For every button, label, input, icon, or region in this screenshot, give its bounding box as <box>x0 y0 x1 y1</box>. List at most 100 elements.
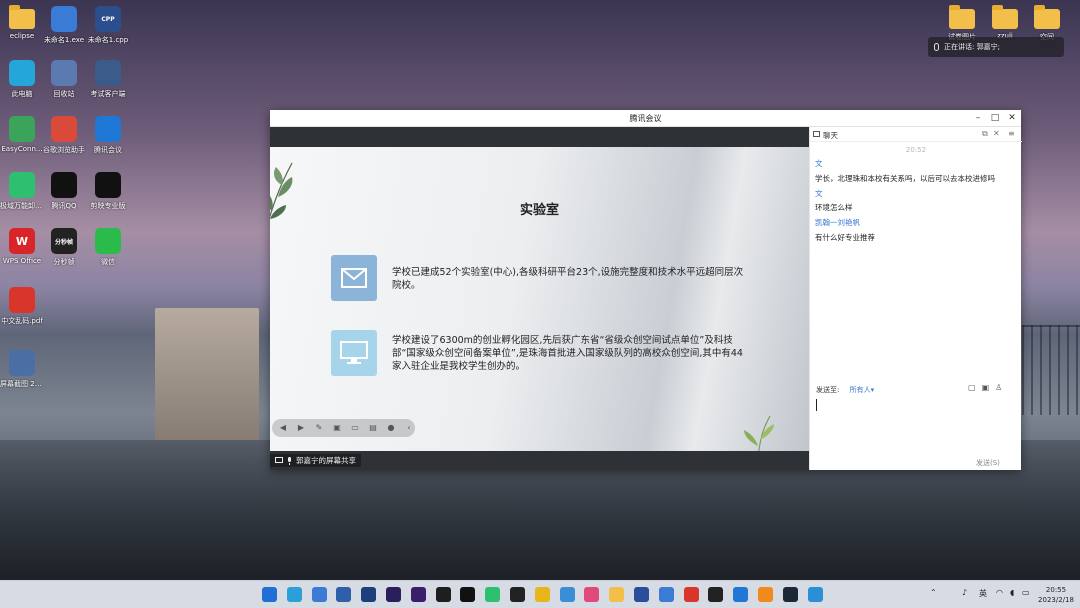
taskbar-clock[interactable]: 20:55 2023/2/18 <box>1036 585 1076 605</box>
send-to-label: 发送至: <box>816 386 840 394</box>
speaking-text: 正在讲话: 郭嘉宁; <box>944 43 1000 51</box>
taskbar-teams-icon[interactable] <box>336 587 352 602</box>
chat-header: 聊天 ⧉ ✕ ≡ <box>810 127 1022 142</box>
subtitle-icon[interactable]: ▤ <box>367 422 379 434</box>
taskbar-mail-icon[interactable] <box>311 587 327 602</box>
window-title: 腾讯会议 <box>629 114 662 123</box>
desktop-icon[interactable]: 分秒帧 分秒帧 <box>42 228 86 267</box>
tray-mic-icon[interactable]: ♪ <box>962 588 967 597</box>
folder-icon <box>992 5 1018 29</box>
desktop-icon[interactable]: 此电脑 <box>0 60 44 99</box>
desktop-icon[interactable]: W WPS Office <box>0 228 44 265</box>
folder-icon <box>1034 5 1060 29</box>
desktop-icon[interactable]: 未命名1.exe <box>42 6 86 45</box>
desktop-icon[interactable]: zzuli <box>983 5 1027 40</box>
wallpaper-railing <box>1022 325 1080 415</box>
desktop-icon[interactable]: 回收站 <box>42 60 86 99</box>
desktop-icon[interactable]: 屏幕截图 2023-02-1... <box>0 350 44 389</box>
taskbar-steam-icon[interactable] <box>782 587 798 602</box>
member-icon[interactable]: ♙ <box>995 383 1008 392</box>
clock-time: 20:55 <box>1045 586 1067 594</box>
share-status-bar: 郭嘉宁的屏幕共享 <box>270 451 809 470</box>
taskbar-meeting-icon[interactable] <box>733 587 749 602</box>
taskbar-pinwheel-icon[interactable] <box>559 587 575 602</box>
chat-sender: 文 <box>815 189 823 198</box>
camera-icon[interactable]: ▭ <box>349 422 361 434</box>
leaf-decoration-icon <box>270 162 293 219</box>
chat-input[interactable] <box>814 397 1018 453</box>
taskbar-photos-icon[interactable] <box>584 587 600 602</box>
desktop-icon[interactable]: 微信 <box>86 228 130 267</box>
taskbar-netease-icon[interactable] <box>683 587 699 602</box>
pen-icon[interactable]: ✎ <box>313 422 325 434</box>
desktop-icon[interactable]: 剪映专业版 <box>86 172 130 211</box>
popout-icon[interactable]: ⧉ <box>982 129 988 139</box>
send-button[interactable]: 发送(S) <box>976 458 1000 468</box>
taskbar-qq-browser-icon[interactable] <box>510 587 525 602</box>
title-bar[interactable]: 腾讯会议 – □ ✕ <box>270 110 1021 127</box>
collapse-icon[interactable]: ‹ <box>403 422 415 434</box>
slide-point-incubator: 学校建设了6300m的创业孵化园区,先后获广东省“省级众创空间试点单位”及科技部… <box>392 335 743 372</box>
desktop-icon[interactable]: 中文乱码.pdf <box>0 287 44 326</box>
clock-date: 2023/2/18 <box>1038 596 1074 604</box>
desktop-icon-label: 谷歌浏览助手 <box>43 146 85 154</box>
pc-icon <box>9 60 35 86</box>
chat-bubble-icon <box>813 131 820 137</box>
app-icon <box>95 228 121 254</box>
ime-indicator[interactable]: 英 <box>979 588 987 599</box>
desktop-icon[interactable]: CPP 未命名1.cpp <box>86 6 130 45</box>
folder-icon <box>949 5 975 29</box>
app-icon <box>95 60 121 86</box>
taskbar-premiere-icon[interactable] <box>410 587 426 602</box>
taskbar-network-icon[interactable] <box>807 587 823 602</box>
desktop-icon[interactable]: eclipse <box>0 5 44 40</box>
taskbar-wechat-dev-icon[interactable] <box>534 587 550 602</box>
chat-message: 有什么好专业推荐 <box>815 233 875 242</box>
app-icon: W <box>9 228 35 254</box>
minimize-button[interactable]: – <box>970 111 986 125</box>
taskbar-capcut-icon[interactable] <box>435 587 451 602</box>
taskbar-explorer-icon[interactable] <box>609 587 625 602</box>
app-icon <box>9 172 35 198</box>
view-all-icon[interactable]: ▣ <box>331 422 343 434</box>
desktop-icon[interactable]: EasyConn... <box>0 116 44 153</box>
chat-menu-icon[interactable]: ≡ <box>1008 129 1015 138</box>
battery-icon[interactable]: ▭ <box>1022 588 1030 597</box>
taskbar-office-icon[interactable] <box>758 587 773 602</box>
next-slide-icon[interactable]: ▶ <box>295 422 307 434</box>
send-to-row: 发送至: 所有人▾ <box>816 386 875 394</box>
chat-timestamp: 20:52 <box>905 146 927 154</box>
chat-title: 聊天 <box>823 131 838 140</box>
close-button[interactable]: ✕ <box>1004 111 1020 125</box>
taskbar-zip-icon[interactable] <box>708 587 724 602</box>
maximize-button[interactable]: □ <box>987 111 1003 125</box>
desktop-icon-label: WPS Office <box>2 257 42 265</box>
send-to-select[interactable]: 所有人 <box>850 386 871 394</box>
tray-overflow-icon[interactable]: ⌃ <box>930 588 937 597</box>
taskbar-browser-icon[interactable] <box>658 587 674 602</box>
desktop-icon-label: 此电脑 <box>11 90 33 98</box>
desktop-icon[interactable]: 腾讯QQ <box>42 172 86 211</box>
chat-message: 环境怎么样 <box>815 203 853 212</box>
taskbar-meeting-app-icon[interactable] <box>634 587 649 602</box>
prev-slide-icon[interactable]: ◀ <box>277 422 289 434</box>
envelope-icon <box>331 255 377 301</box>
taskbar-edge-icon[interactable] <box>286 587 302 602</box>
chat-sender: 文 <box>815 159 823 168</box>
taskbar-lightroom-icon[interactable] <box>361 587 377 602</box>
wifi-icon[interactable]: ◠ <box>996 588 1003 597</box>
volume-icon[interactable]: ◖ <box>1010 588 1014 597</box>
chat-close-icon[interactable]: ✕ <box>993 129 1000 138</box>
more-icon[interactable]: ● <box>385 422 397 434</box>
taskbar-qq-icon[interactable] <box>485 587 501 602</box>
taskbar-start-icon[interactable] <box>262 587 277 602</box>
desktop-icon[interactable]: 考试客户端 <box>86 60 130 99</box>
taskbar-wechat-mini-icon[interactable] <box>460 587 476 602</box>
desktop-icon[interactable]: 腾讯会议 <box>86 116 130 155</box>
taskbar-photoshop-icon[interactable] <box>386 587 401 602</box>
save-icon[interactable]: ▣ <box>982 383 996 392</box>
desktop-icon[interactable]: 谷歌浏览助手 <box>42 116 86 155</box>
slide-toolbar: ◀ ▶ ✎ ▣ ▭ ▤ ● ‹ <box>272 419 415 437</box>
desktop-icon[interactable]: 极域万能卸载工具 <box>0 172 44 211</box>
file-icon[interactable]: ▢ <box>968 383 982 392</box>
